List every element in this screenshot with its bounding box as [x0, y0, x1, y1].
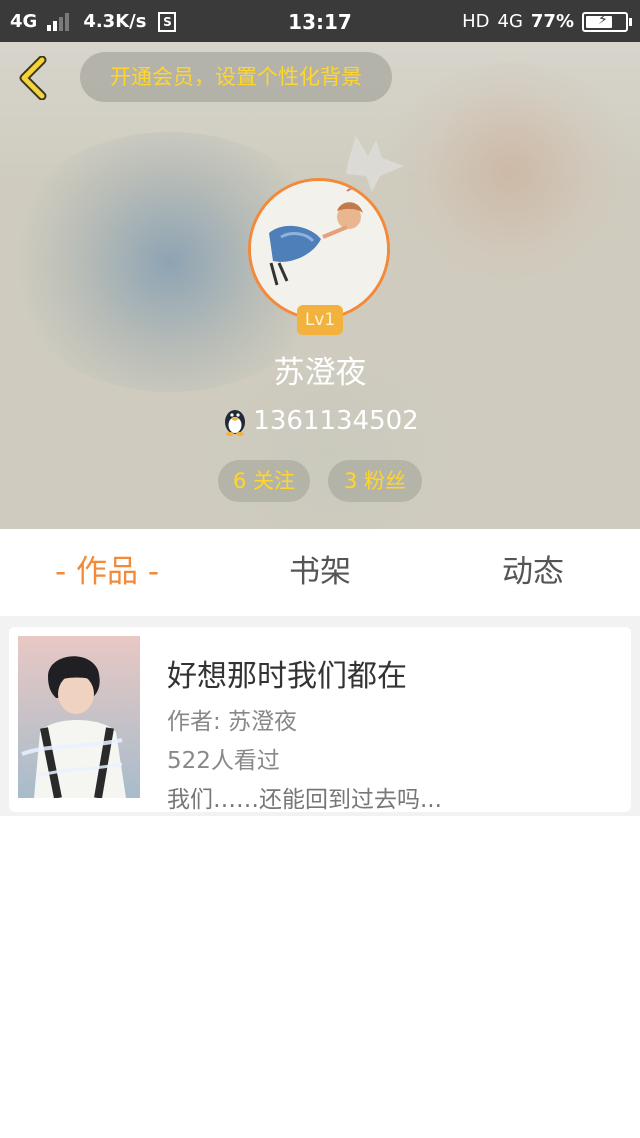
- username: 苏澄夜: [273, 355, 367, 391]
- penguin-icon: [225, 410, 246, 436]
- vip-background-button[interactable]: 开通会员，设置个性化背景: [80, 52, 392, 102]
- back-arrow-icon: [19, 55, 47, 101]
- battery-percent: 77%: [530, 11, 574, 32]
- level-badge: Lv1: [297, 305, 343, 335]
- avatar[interactable]: [248, 178, 390, 320]
- status-right: HD 4G 77% ⚡: [462, 11, 632, 32]
- book-intro: 我们……还能回到过去吗...: [167, 787, 442, 813]
- status-bar: 4G 4.3K/s S 13:17 HD 4G 77% ⚡: [0, 0, 640, 42]
- book-cover-image: [18, 636, 140, 798]
- battery-icon: ⚡: [582, 11, 632, 32]
- book-title: 好想那时我们都在: [167, 659, 407, 694]
- book-author: 作者: 苏澄夜: [167, 709, 298, 735]
- back-button[interactable]: [14, 55, 56, 101]
- network-right-label: 4G: [497, 11, 523, 32]
- tab-works[interactable]: - 作品 -: [30, 529, 184, 616]
- fans-button[interactable]: 3 粉丝: [328, 460, 422, 502]
- hd-label: HD: [462, 11, 490, 32]
- works-list: 好想那时我们都在 作者: 苏澄夜 522人看过 我们……还能回到过去吗...: [0, 616, 640, 1138]
- crown-icon: [346, 136, 404, 192]
- tab-bookshelf[interactable]: 书架: [250, 529, 390, 616]
- profile-tabs: - 作品 - 书架 动态: [0, 529, 640, 616]
- follows-button[interactable]: 6 关注: [218, 460, 310, 502]
- tab-feed[interactable]: 动态: [463, 529, 603, 616]
- book-cover: [18, 636, 140, 798]
- list-item[interactable]: 好想那时我们都在 作者: 苏澄夜 522人看过 我们……还能回到过去吗...: [9, 627, 631, 813]
- qq-row: 1361134502: [0, 406, 640, 436]
- avatar-image: [251, 181, 387, 317]
- qq-number: 1361134502: [253, 406, 419, 436]
- book-views: 522人看过: [167, 748, 280, 774]
- profile-header: 开通会员，设置个性化背景 Lv1 苏澄夜 1361134502 6 关注 3 粉…: [0, 42, 640, 529]
